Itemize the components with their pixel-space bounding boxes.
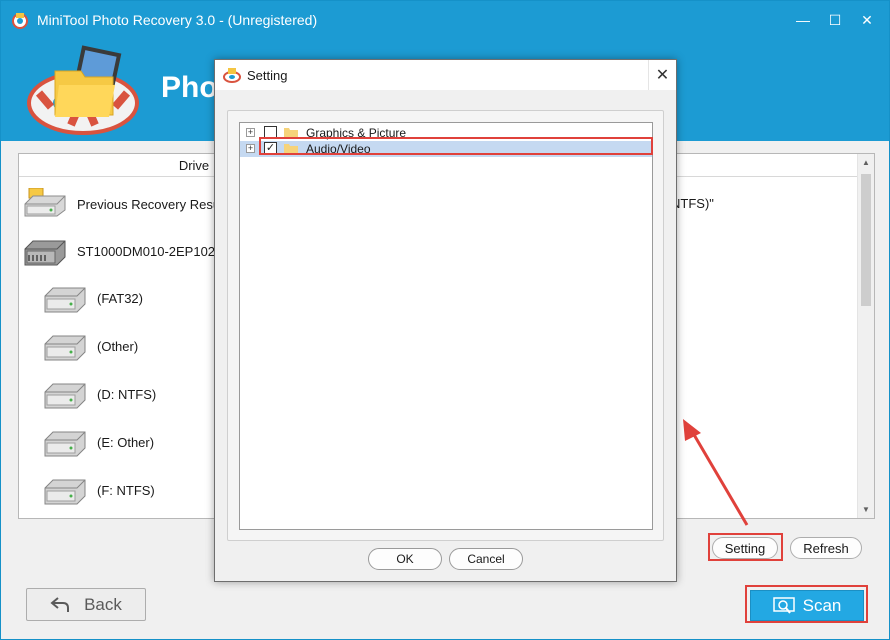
app-logo-icon xyxy=(12,13,28,29)
ok-button[interactable]: OK xyxy=(368,548,442,570)
partition-drive-icon xyxy=(44,287,86,313)
window-controls: — ☐ ✕ xyxy=(789,7,881,33)
partition-drive-icon xyxy=(44,479,86,505)
back-arrow-icon xyxy=(50,596,70,612)
drive-label: (FAT32) xyxy=(97,290,143,306)
scroll-up-arrow-icon[interactable]: ▲ xyxy=(858,154,874,171)
dialog-titlebar: Setting ✕ xyxy=(215,60,676,90)
scroll-down-arrow-icon[interactable]: ▼ xyxy=(858,501,874,518)
drive-row-partition[interactable]: (D: NTFS) xyxy=(41,374,156,414)
previous-result-drive-icon xyxy=(24,188,66,217)
tree-item-label: Audio/Video xyxy=(306,142,371,156)
partition-drive-icon xyxy=(44,335,86,361)
drive-row-partition[interactable]: (F: NTFS) xyxy=(41,470,155,510)
lifebuoy-logo-icon xyxy=(27,45,139,135)
drive-extra-info: NTFS)" xyxy=(671,196,714,211)
drive-label: (F: NTFS) xyxy=(97,482,155,498)
cancel-button[interactable]: Cancel xyxy=(449,548,523,570)
drive-row-partition[interactable]: (Other) xyxy=(41,326,138,366)
dialog-title: Setting xyxy=(247,68,288,83)
drive-row-partition[interactable]: (FAT32) xyxy=(41,278,143,318)
window-title: MiniTool Photo Recovery 3.0 - (Unregiste… xyxy=(37,12,318,28)
scrollbar-thumb[interactable] xyxy=(861,174,871,306)
main-window: MiniTool Photo Recovery 3.0 - (Unregiste… xyxy=(0,0,890,640)
drive-label: (E: Other) xyxy=(97,434,155,450)
drive-label: (D: NTFS) xyxy=(97,386,157,402)
scan-button[interactable]: Scan xyxy=(750,590,864,621)
maximize-button[interactable]: ☐ xyxy=(821,7,849,33)
tree-item-label: Graphics & Picture xyxy=(306,126,407,140)
app-logo-icon xyxy=(223,68,241,83)
physical-disk-icon xyxy=(24,240,66,266)
drive-label: ST1000DM010-2EP102 S xyxy=(77,243,228,259)
close-button[interactable]: ✕ xyxy=(853,7,881,33)
refresh-button[interactable]: Refresh xyxy=(790,537,862,559)
scan-icon xyxy=(772,596,795,614)
expand-plus-icon[interactable]: + xyxy=(246,144,255,153)
setting-dialog: Setting ✕ + Graphics & Picture + ✓ Audio… xyxy=(214,59,677,582)
folder-icon xyxy=(284,144,298,155)
drive-row-partition[interactable]: (E: Other) xyxy=(41,422,154,462)
file-type-tree: + Graphics & Picture + ✓ Audio/Video xyxy=(239,122,653,530)
tree-item-checkbox[interactable]: ✓ xyxy=(264,142,277,155)
tree-item-graphics-picture[interactable]: + Graphics & Picture xyxy=(240,125,652,141)
back-label: Back xyxy=(84,594,122,614)
minimize-button[interactable]: — xyxy=(789,7,817,33)
scan-label: Scan xyxy=(802,595,842,615)
expand-plus-icon[interactable]: + xyxy=(246,128,255,137)
drive-label: (Other) xyxy=(97,338,139,354)
drive-row-previous-result[interactable]: Previous Recovery Result NTFS)" xyxy=(21,184,714,224)
partition-drive-icon xyxy=(44,431,86,457)
titlebar: MiniTool Photo Recovery 3.0 - (Unregiste… xyxy=(1,1,889,39)
drive-label: Previous Recovery Result xyxy=(77,196,227,212)
dialog-close-button[interactable]: ✕ xyxy=(648,60,676,90)
annotation-arrow xyxy=(683,419,749,526)
drive-row-physical-disk[interactable]: ST1000DM010-2EP102 S xyxy=(21,231,227,271)
tree-item-checkbox[interactable] xyxy=(264,126,277,139)
partition-drive-icon xyxy=(44,383,86,409)
tree-item-audio-video[interactable]: + ✓ Audio/Video xyxy=(240,141,652,157)
folder-icon xyxy=(284,128,298,139)
drive-list-scrollbar[interactable]: ▲ ▼ xyxy=(857,154,874,518)
back-button[interactable]: Back xyxy=(26,588,146,621)
setting-button[interactable]: Setting xyxy=(712,537,778,559)
